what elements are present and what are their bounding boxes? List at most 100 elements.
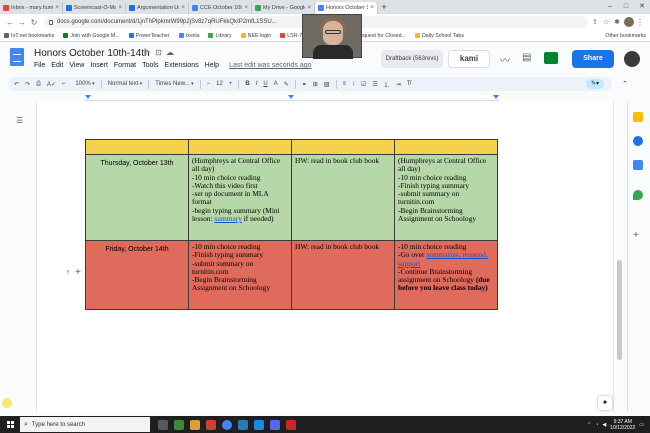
app-icon[interactable] [238, 419, 248, 430]
docs-logo-icon[interactable] [10, 48, 24, 66]
line-spacing-icon[interactable]: ↕ [352, 81, 355, 87]
browser-tab[interactable]: Inbox - mary.humphreys@...× [0, 2, 63, 14]
browser-menu-icon[interactable]: ⋮ [634, 18, 646, 27]
menu-item-insert[interactable]: Insert [90, 62, 108, 69]
share-button[interactable]: Share [572, 50, 614, 68]
increase-font-icon[interactable]: + [229, 81, 233, 87]
bold-icon[interactable]: B [245, 81, 249, 87]
file-explorer-icon[interactable] [190, 419, 200, 430]
underline-icon[interactable]: U [263, 81, 267, 87]
homework-cell[interactable]: HW: read in book club book [291, 154, 395, 241]
minimize-icon[interactable]: – [602, 0, 618, 14]
reload-icon[interactable]: ↻ [28, 18, 40, 27]
bookmark-item[interactable]: NEE login [240, 33, 271, 39]
right-indent-marker[interactable] [493, 95, 499, 99]
decrease-font-icon[interactable]: − [207, 81, 211, 87]
menu-item-extensions[interactable]: Extensions [164, 62, 198, 69]
notifications-icon[interactable]: ▭ [639, 422, 644, 428]
back-icon[interactable]: ← [4, 18, 16, 27]
forward-icon[interactable]: → [16, 18, 28, 27]
browser-tab[interactable]: Screencast-O-Matic× [63, 2, 126, 14]
comments-icon[interactable]: ▤ [522, 52, 531, 63]
align-icon[interactable]: ≡ [343, 81, 347, 87]
star-icon[interactable]: ☆ [144, 48, 151, 57]
vertical-scrollbar[interactable] [617, 110, 622, 400]
keep-icon[interactable] [633, 112, 643, 122]
maps-icon[interactable] [633, 190, 643, 200]
chrome-icon[interactable] [222, 419, 232, 430]
browser-tab[interactable]: My Drive - Google Drive× [252, 2, 315, 14]
extensions-icon[interactable]: ✱ [614, 18, 620, 26]
tab-close-icon[interactable]: × [55, 5, 59, 11]
homework-cell[interactable]: HW: read in book club book [291, 240, 395, 310]
day-cell[interactable]: Friday, October 14th [85, 240, 189, 310]
draftback-button[interactable]: Draftback (563revs) [381, 50, 443, 68]
tab-close-icon[interactable]: × [181, 5, 185, 11]
bookmark-item[interactable]: PowerTeacher [128, 33, 170, 39]
summary-link[interactable]: summary [214, 214, 242, 223]
numbered-list-icon[interactable]: ⒈ [384, 80, 390, 89]
plan-cell[interactable]: (Humphreys at Central Office all day) -1… [394, 154, 498, 241]
new-tab-icon[interactable]: + [378, 2, 390, 14]
italic-icon[interactable]: I [256, 81, 258, 87]
meet-icon[interactable] [544, 52, 558, 64]
browser-tab[interactable]: Honors October 10th-14th× [315, 2, 378, 14]
checklist-icon[interactable]: ☑ [361, 81, 366, 88]
screencast-icon[interactable] [286, 419, 296, 430]
plan-cell[interactable]: (Humphreys at Central Office all day) -1… [188, 154, 292, 241]
windows-start-icon[interactable] [0, 421, 20, 428]
highlight-icon[interactable]: ✎ [284, 81, 289, 88]
plan-cell[interactable]: -10 min choice reading -Go over summariz… [394, 240, 498, 310]
office-icon[interactable] [206, 419, 216, 430]
row-drag-handle-icon[interactable]: ⠿ [66, 270, 70, 276]
profile-avatar[interactable] [624, 17, 634, 27]
bookmark-item[interactable]: Library [208, 33, 232, 39]
table-cell[interactable] [188, 139, 292, 155]
print-icon[interactable]: ⎙ [36, 81, 41, 88]
document-outline-icon[interactable]: ☰ [16, 116, 23, 125]
schedule-table[interactable]: Thursday, October 13th (Humphreys at Cen… [85, 139, 498, 310]
menu-item-file[interactable]: File [34, 62, 45, 69]
browser-tab[interactable]: Argumentation Unit | Sch...× [126, 2, 189, 14]
other-bookmarks[interactable]: Other bookmarks [605, 33, 646, 39]
close-icon[interactable]: ✕ [634, 0, 650, 14]
bookmark-item[interactable]: IoT.net bookmarks [4, 33, 54, 39]
table-cell[interactable] [394, 139, 498, 155]
plan-cell[interactable]: -10 min choice reading -Finish typing su… [188, 240, 292, 310]
bookmark-item[interactable]: Daily School Tabs [414, 33, 464, 39]
text-color-icon[interactable]: A [274, 81, 278, 87]
style-select[interactable]: Normal text [108, 81, 143, 87]
kami-button[interactable]: kami [448, 50, 490, 68]
move-folder-icon[interactable]: ⊡ [155, 48, 162, 57]
clock[interactable]: 9:37 AM 10/12/2022 [610, 419, 635, 431]
add-on-plus-icon[interactable]: + [633, 230, 639, 241]
add-row-icon[interactable]: + [75, 267, 81, 278]
last-edit-link[interactable]: Last edit was seconds ago [229, 62, 312, 69]
hide-menus-icon[interactable]: ⌃ [622, 80, 628, 88]
app-icon[interactable] [174, 419, 184, 430]
edge-icon[interactable] [254, 419, 264, 430]
undo-icon[interactable]: ↶ [14, 81, 19, 88]
paint-format-icon[interactable]: ⌐ [62, 81, 66, 87]
bookmark-star-icon[interactable]: ☆ [603, 18, 609, 26]
activity-trend-icon[interactable]: 〰 [500, 52, 510, 67]
table-cell[interactable] [85, 139, 189, 155]
menu-item-help[interactable]: Help [205, 62, 219, 69]
cloud-saved-icon[interactable]: ☁ [166, 48, 174, 57]
volume-icon[interactable]: ◀ [602, 422, 606, 428]
menu-item-format[interactable]: Format [114, 62, 136, 69]
document-title[interactable]: Honors October 10th-14th [34, 48, 150, 59]
tab-close-icon[interactable]: × [244, 5, 248, 11]
task-view-icon[interactable] [158, 419, 168, 430]
font-select[interactable]: Times New... [155, 81, 193, 87]
tasks-icon[interactable] [633, 136, 643, 146]
clear-format-icon[interactable]: T̸ [407, 81, 411, 87]
menu-item-edit[interactable]: Edit [51, 62, 63, 69]
zoom-select[interactable]: 100% [75, 81, 94, 87]
comment-icon[interactable]: ⊞ [313, 81, 318, 88]
menu-item-tools[interactable]: Tools [142, 62, 158, 69]
column-marker[interactable] [288, 95, 294, 99]
maximize-icon[interactable]: □ [618, 0, 634, 14]
scrollbar-thumb[interactable] [617, 260, 622, 360]
contacts-icon[interactable] [633, 160, 643, 170]
